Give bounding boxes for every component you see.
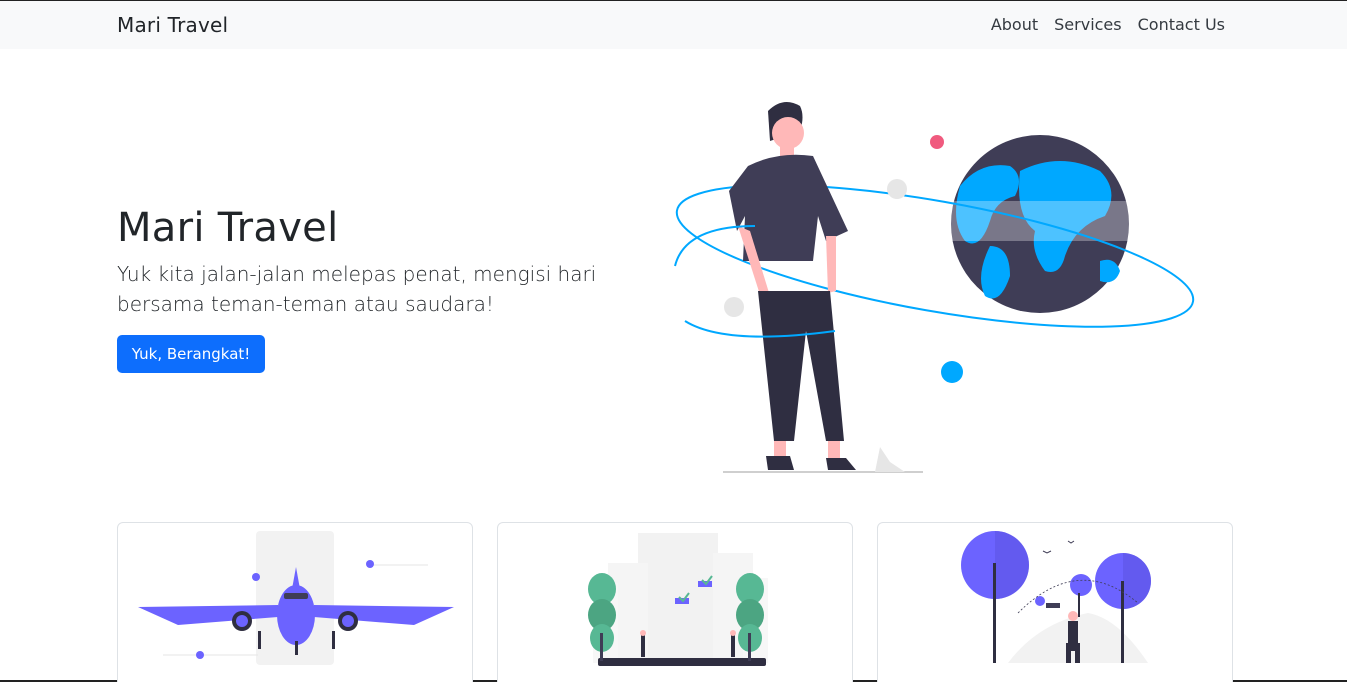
city-buildings-illustration: [588, 533, 768, 666]
nav-link-services[interactable]: Services: [1054, 15, 1121, 34]
hero-title: Mari Travel: [117, 205, 339, 251]
card-park[interactable]: [877, 522, 1233, 682]
traveler-globe-illustration: [674, 102, 1195, 473]
airplane-illustration: [138, 531, 454, 665]
hero-subtitle: Yuk kita jalan-jalan melepas penat, meng…: [117, 262, 597, 316]
nav-links: About Services Contact Us: [991, 15, 1225, 34]
park-walk-illustration: [961, 531, 1151, 663]
nav-link-about[interactable]: About: [991, 15, 1038, 34]
navbar-brand[interactable]: Mari Travel: [117, 13, 228, 37]
card-city[interactable]: [497, 522, 853, 682]
card-airplane[interactable]: [117, 522, 473, 682]
nav-link-contact-us[interactable]: Contact Us: [1138, 15, 1225, 34]
navbar: Mari Travel About Services Contact Us: [0, 1, 1347, 49]
hero-cta-button[interactable]: Yuk, Berangkat!: [117, 335, 265, 373]
